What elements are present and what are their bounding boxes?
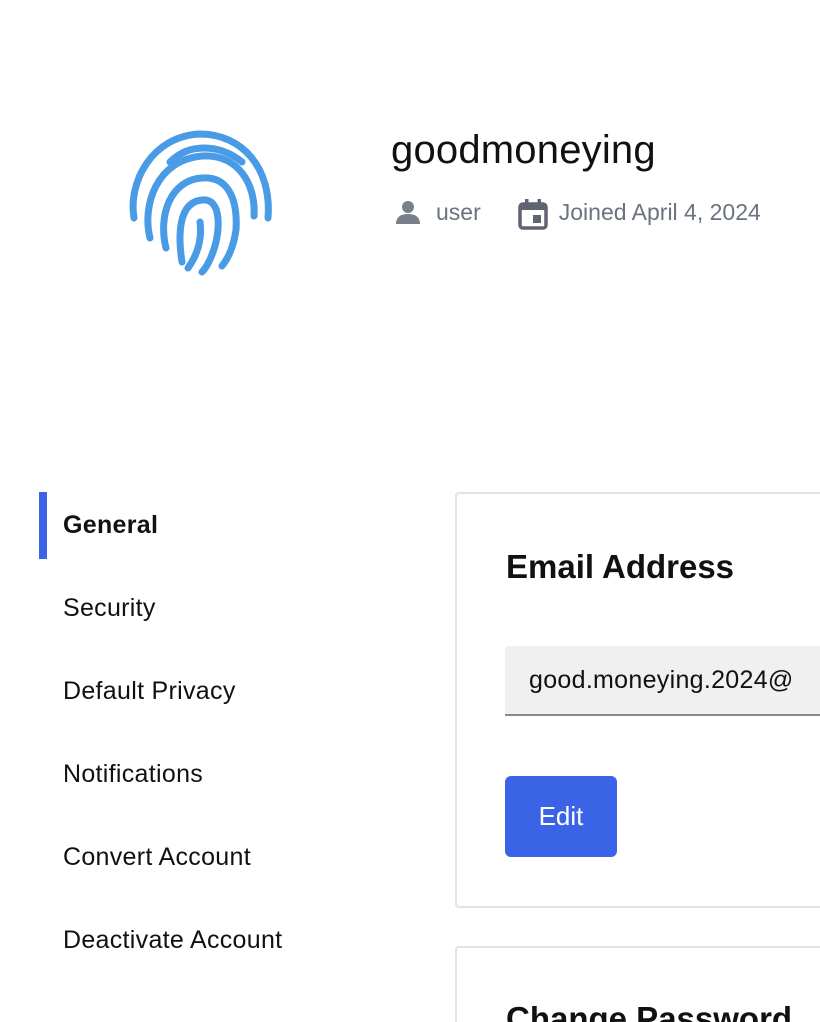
profile-username: goodmoneying — [391, 128, 656, 172]
sidebar-item-default-privacy[interactable]: Default Privacy — [39, 658, 399, 725]
sidebar-item-label: Default Privacy — [63, 677, 236, 705]
sidebar-item-label: General — [63, 511, 159, 539]
sidebar-item-label: Convert Account — [63, 843, 251, 871]
sidebar-item-notifications[interactable]: Notifications — [39, 741, 399, 808]
fingerprint-icon — [122, 126, 276, 280]
sidebar-item-label: Deactivate Account — [63, 926, 283, 954]
settings-sidebar: General Security Default Privacy Notific… — [39, 492, 399, 990]
sidebar-item-security[interactable]: Security — [39, 575, 399, 642]
password-section-title: Change Password — [506, 1000, 793, 1022]
edit-email-button[interactable]: Edit — [505, 776, 617, 857]
user-icon — [394, 198, 422, 226]
email-section-title: Email Address — [506, 548, 735, 585]
profile-joined-label: Joined April 4, 2024 — [558, 198, 761, 225]
profile-joined: Joined April 4, 2024 — [517, 198, 761, 230]
profile-meta: user Joined April 4, 2024 — [394, 198, 761, 230]
email-address-card: Email Address Edit — [455, 492, 820, 908]
sidebar-item-convert-account[interactable]: Convert Account — [39, 824, 399, 891]
calendar-icon — [517, 198, 548, 230]
email-field[interactable] — [505, 646, 820, 716]
sidebar-item-label: Security — [63, 594, 156, 622]
sidebar-item-general[interactable]: General — [39, 492, 399, 559]
profile-role: user — [394, 198, 481, 226]
profile-role-label: user — [436, 198, 481, 225]
sidebar-item-label: Notifications — [63, 760, 204, 788]
settings-page: goodmoneying user Joined April 4, 2024 G… — [0, 0, 820, 1022]
sidebar-item-deactivate-account[interactable]: Deactivate Account — [39, 907, 399, 974]
change-password-card: Change Password — [455, 946, 820, 1022]
